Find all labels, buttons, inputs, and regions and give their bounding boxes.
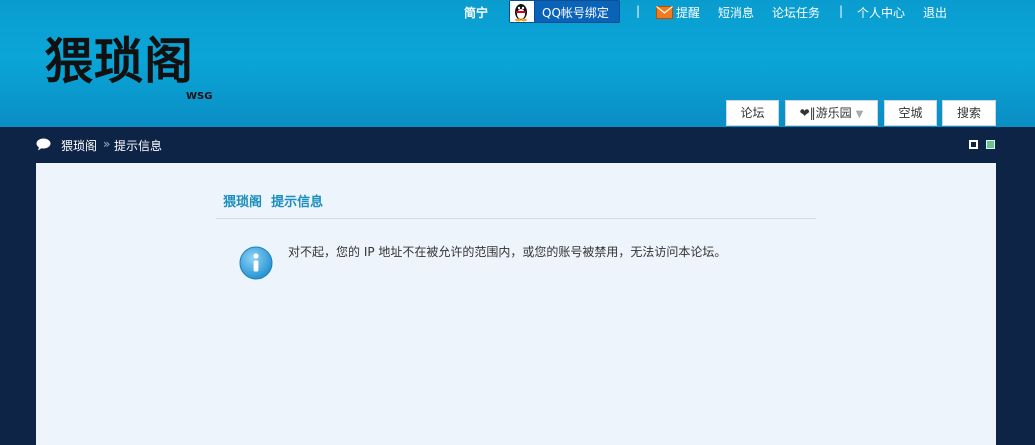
breadcrumb-separator: » bbox=[103, 137, 111, 151]
qq-penguin-icon bbox=[510, 1, 535, 22]
qq-bind-label: QQ帐号绑定 bbox=[542, 6, 609, 20]
username-link[interactable]: 简宁 bbox=[464, 4, 488, 21]
main-content: 猥琐阁 提示信息 对不起，您的 IP 地址不在被允许的范围内，或您的账号被禁用，… bbox=[36, 163, 996, 445]
message-title-site[interactable]: 猥琐阁 bbox=[223, 195, 262, 210]
remind-link[interactable]: 提醒 bbox=[676, 4, 700, 21]
nav-tab-space[interactable]: 空城 bbox=[884, 100, 937, 126]
qq-bind-button[interactable]: QQ帐号绑定 bbox=[509, 0, 620, 23]
site-logo[interactable]: 猥琐阁 bbox=[44, 34, 194, 89]
top-user-bar: 简宁 QQ帐号绑定 | 提醒 短消息 论坛任务 | 个人中心 退出 bbox=[435, 0, 1035, 24]
breadcrumb-current: 提示信息 bbox=[114, 139, 163, 153]
message-text: 对不起，您的 IP 地址不在被允许的范围内，或您的账号被禁用，无法访问本论坛。 bbox=[288, 245, 727, 259]
chevron-down-icon: ▼ bbox=[855, 109, 864, 120]
separator: | bbox=[636, 4, 641, 18]
site-logo-subtitle: WSG bbox=[186, 91, 213, 102]
messages-link[interactable]: 短消息 bbox=[718, 4, 754, 21]
site-header: 简宁 QQ帐号绑定 | 提醒 短消息 论坛任务 | 个人中心 退出 猥琐阁 WS… bbox=[0, 0, 1035, 127]
divider bbox=[216, 218, 816, 219]
nav-tab-playground-label: ❤‖游乐园 bbox=[799, 106, 852, 120]
tasks-link[interactable]: 论坛任务 bbox=[772, 4, 820, 21]
separator: | bbox=[839, 4, 844, 18]
nav-tab-forum[interactable]: 论坛 bbox=[726, 100, 779, 126]
layout-narrow-toggle[interactable] bbox=[986, 140, 995, 149]
profile-link[interactable]: 个人中心 bbox=[857, 4, 905, 21]
message-title-page: 提示信息 bbox=[271, 195, 324, 210]
message-title: 猥琐阁 提示信息 bbox=[223, 191, 323, 210]
logout-link[interactable]: 退出 bbox=[923, 4, 947, 21]
nav-tab-search[interactable]: 搜索 bbox=[942, 100, 996, 126]
layout-wide-toggle[interactable] bbox=[969, 140, 978, 149]
info-icon bbox=[239, 246, 273, 283]
breadcrumb-bar: 猥琐阁 » 提示信息 bbox=[0, 127, 1035, 163]
nav-tab-playground[interactable]: ❤‖游乐园 ▼ bbox=[785, 100, 878, 126]
chat-bubble-icon bbox=[36, 138, 51, 154]
mail-icon bbox=[656, 6, 673, 22]
breadcrumb-home[interactable]: 猥琐阁 bbox=[61, 137, 97, 154]
